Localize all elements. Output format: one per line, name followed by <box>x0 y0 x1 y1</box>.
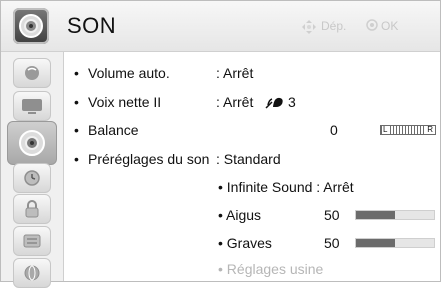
setting-label: Voix nette II <box>88 94 162 110</box>
graves-slider[interactable] <box>355 238 435 248</box>
setting-graves[interactable]: • Graves 50 <box>64 231 440 255</box>
setting-balance[interactable]: • Balance 0 L R <box>64 118 440 142</box>
sidebar-item-picture[interactable] <box>13 58 51 88</box>
aigus-slider-fill <box>356 211 395 219</box>
bullet: • <box>74 122 79 138</box>
globe-icon <box>20 264 44 282</box>
graves-slider-fill <box>356 239 395 247</box>
voice-level-icon <box>264 94 284 118</box>
setting-label: • Aigus <box>218 207 262 223</box>
settings-panel: • Volume auto. : Arrêt • Voix nette II :… <box>64 52 440 281</box>
sidebar <box>1 52 64 288</box>
lock-icon <box>20 199 44 219</box>
voice-level-value: 3 <box>288 94 296 110</box>
setting-preglages[interactable]: • Préréglages du son : Standard <box>64 147 440 171</box>
speaker-icon <box>13 8 49 44</box>
setting-label: • Réglages usine <box>218 261 324 277</box>
setting-voix-nette[interactable]: • Voix nette II : Arrêt 3 <box>64 90 440 114</box>
sidebar-item-sound[interactable] <box>7 121 57 165</box>
setting-reglages-usine[interactable]: • Réglages usine <box>64 257 440 281</box>
setting-label: • Infinite Sound : Arrêt <box>218 179 354 195</box>
setting-value: : Standard <box>216 151 281 167</box>
setting-value: 50 <box>324 207 340 223</box>
setting-value: : Arrêt <box>216 65 254 81</box>
balance-left-label: L <box>382 125 389 134</box>
setting-label: Volume auto. <box>88 65 170 81</box>
ok-circle-icon <box>366 19 378 34</box>
setting-label: • Graves <box>218 235 272 251</box>
setting-aigus[interactable]: • Aigus 50 <box>64 203 440 227</box>
speaker-icon <box>16 127 48 159</box>
setting-infinite-sound[interactable]: • Infinite Sound : Arrêt <box>64 175 440 199</box>
clock-icon <box>20 169 44 187</box>
hint-ok-label: OK <box>381 19 399 33</box>
balance-value: 0 <box>330 122 338 138</box>
aigus-slider[interactable] <box>355 210 435 220</box>
setting-value: : Arrêt <box>216 94 254 110</box>
bullet: • <box>74 65 79 81</box>
options-icon <box>20 232 44 250</box>
sidebar-item-time[interactable] <box>13 163 51 193</box>
hint-move-label: Dép. <box>321 19 347 33</box>
sidebar-item-options[interactable] <box>13 226 51 256</box>
setting-label: Balance <box>88 122 139 138</box>
balance-right-label: R <box>426 125 434 134</box>
setting-volume-auto[interactable]: • Volume auto. : Arrêt <box>64 61 440 85</box>
screen-icon <box>20 97 44 115</box>
bullet: • <box>74 94 79 110</box>
sidebar-item-lock[interactable] <box>13 194 51 224</box>
sidebar-item-screen[interactable] <box>13 91 51 121</box>
menu-header: SON Dép. OK <box>1 1 440 52</box>
bullet: • <box>74 151 79 167</box>
page-title: SON <box>67 13 117 38</box>
picture-icon <box>20 64 44 82</box>
balance-slider[interactable]: L R <box>380 125 436 135</box>
setting-value: 50 <box>324 235 340 251</box>
dpad-icon <box>301 19 317 38</box>
sidebar-item-network[interactable] <box>13 258 51 288</box>
setting-label: Préréglages du son <box>88 151 210 167</box>
